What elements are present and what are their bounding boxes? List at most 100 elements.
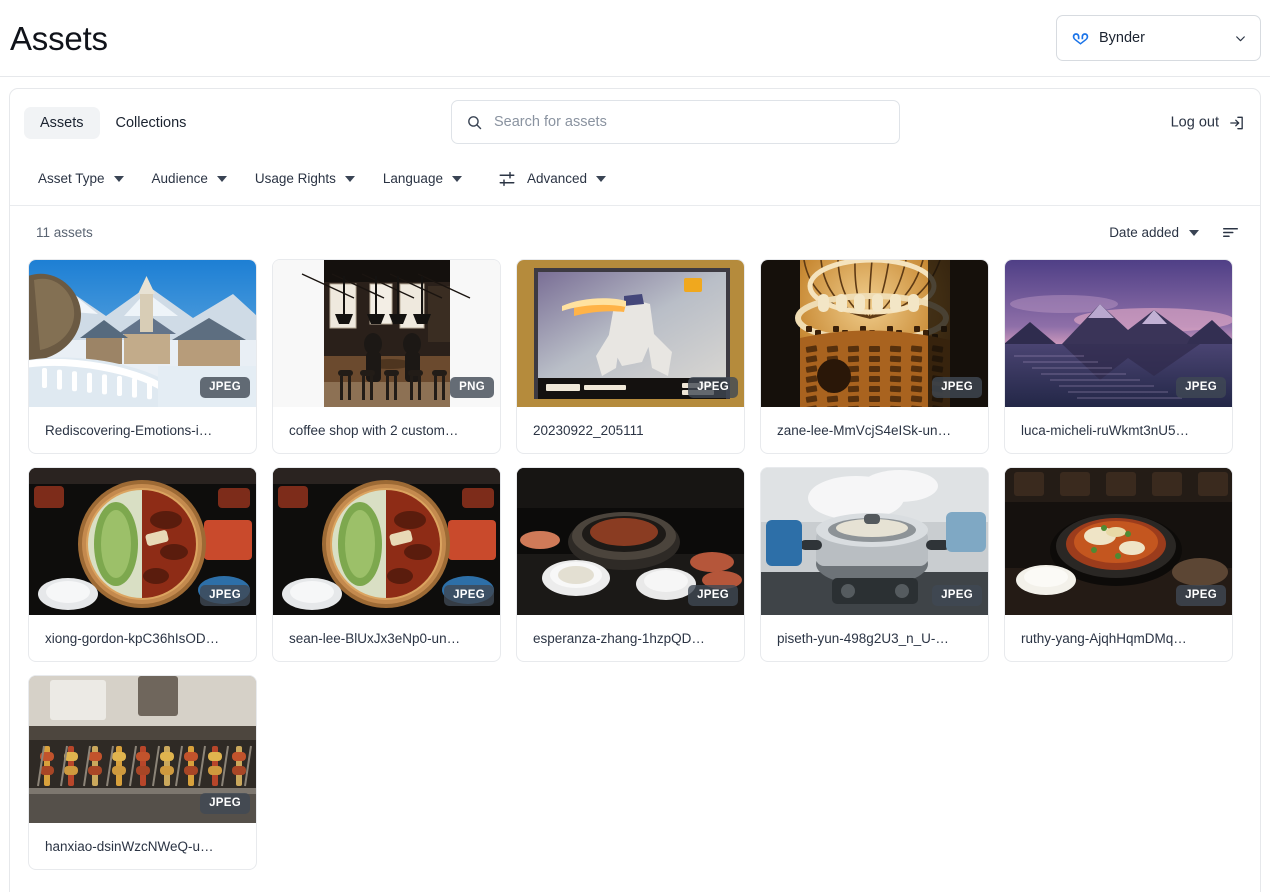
filter-advanced[interactable]: Advanced bbox=[476, 164, 620, 194]
chevron-down-icon bbox=[596, 175, 607, 182]
asset-thumbnail[interactable]: JPEG bbox=[29, 676, 256, 823]
search-icon bbox=[468, 115, 482, 129]
asset-format-badge: JPEG bbox=[200, 376, 250, 398]
asset-title: ruthy-yang-AjqhHqmDMq… bbox=[1005, 615, 1232, 661]
logout-button[interactable]: Log out bbox=[1171, 114, 1245, 131]
tab-collections-label: Collections bbox=[115, 114, 187, 131]
filter-audience-label: Audience bbox=[151, 171, 208, 186]
asset-title-text: piseth-yun-498g2U3_n_U-… bbox=[777, 630, 949, 646]
asset-title-text: luca-micheli-ruWkmt3nU5… bbox=[1021, 422, 1190, 438]
asset-card[interactable]: JPEG ruthy-yang-AjqhHqmDMq… bbox=[1004, 467, 1233, 662]
asset-thumbnail[interactable]: JPEG bbox=[761, 468, 988, 615]
asset-count: 11 assets bbox=[36, 225, 93, 240]
asset-title-text: zane-lee-MmVcjS4eISk-un… bbox=[777, 422, 952, 438]
search-box[interactable] bbox=[451, 100, 900, 144]
asset-title: xiong-gordon-kpC36hIsOD… bbox=[29, 615, 256, 661]
tab-collections[interactable]: Collections bbox=[100, 107, 203, 139]
filter-usage-rights-label: Usage Rights bbox=[254, 171, 336, 186]
asset-card[interactable]: JPEG esperanza-zhang-1hzpQD… bbox=[516, 467, 745, 662]
chevron-down-icon bbox=[451, 175, 462, 182]
asset-card[interactable]: JPEG zane-lee-MmVcjS4eISk-un… bbox=[760, 259, 989, 454]
bynder-logo-icon bbox=[1072, 32, 1089, 45]
asset-card[interactable]: JPEG luca-micheli-ruWkmt3nU5… bbox=[1004, 259, 1233, 454]
filter-asset-type-label: Asset Type bbox=[38, 171, 105, 186]
asset-card[interactable]: JPEG xiong-gordon-kpC36hIsOD… bbox=[28, 467, 257, 662]
asset-title: esperanza-zhang-1hzpQD… bbox=[517, 615, 744, 661]
asset-format-badge: JPEG bbox=[444, 584, 494, 606]
chevron-down-icon bbox=[1236, 35, 1245, 41]
asset-format-badge: JPEG bbox=[932, 584, 982, 606]
assets-page: Assets Bynder Assets Collections Search … bbox=[0, 0, 1270, 892]
tab-assets-label: Assets bbox=[40, 114, 84, 131]
panel-header: Assets Collections Log out bbox=[10, 89, 1260, 206]
sort-descending-icon[interactable] bbox=[1221, 225, 1240, 240]
asset-title: 20230922_205111 bbox=[517, 407, 744, 453]
asset-thumbnail[interactable]: JPEG bbox=[273, 468, 500, 615]
chevron-down-icon bbox=[216, 175, 227, 182]
asset-title-text: Rediscovering-Emotions-i… bbox=[45, 422, 213, 438]
tab-assets[interactable]: Assets bbox=[24, 106, 100, 139]
logout-label: Log out bbox=[1170, 114, 1219, 131]
sort-select-label: Date added bbox=[1109, 225, 1179, 240]
chevron-down-icon bbox=[344, 175, 355, 182]
filter-asset-type[interactable]: Asset Type bbox=[24, 165, 138, 192]
asset-card[interactable]: JPEG hanxiao-dsinWzcNWeQ-u… bbox=[28, 675, 257, 870]
sort-select[interactable]: Date added bbox=[1109, 225, 1199, 240]
asset-thumbnail[interactable]: JPEG bbox=[517, 468, 744, 615]
nav-row: Assets Collections Log out bbox=[10, 89, 1260, 156]
asset-thumbnail[interactable]: PNG bbox=[273, 260, 500, 407]
brand-selector[interactable]: Bynder bbox=[1056, 15, 1261, 61]
asset-format-badge: JPEG bbox=[688, 376, 738, 398]
asset-thumbnail[interactable]: JPEG bbox=[517, 260, 744, 407]
asset-title-text: xiong-gordon-kpC36hIsOD… bbox=[45, 630, 220, 646]
asset-title: hanxiao-dsinWzcNWeQ-u… bbox=[29, 823, 256, 869]
asset-title-text: sean-lee-BlUxJx3eNp0-un… bbox=[289, 630, 461, 646]
asset-thumbnail[interactable]: JPEG bbox=[1005, 468, 1232, 615]
chevron-down-icon bbox=[1189, 229, 1199, 236]
asset-title-text: hanxiao-dsinWzcNWeQ-u… bbox=[45, 838, 214, 854]
asset-format-badge: JPEG bbox=[932, 376, 982, 398]
asset-format-badge: JPEG bbox=[1176, 376, 1226, 398]
top-header: Assets Bynder bbox=[0, 0, 1270, 77]
asset-thumbnail[interactable]: JPEG bbox=[29, 260, 256, 407]
asset-title: piseth-yun-498g2U3_n_U-… bbox=[761, 615, 988, 661]
filter-language-label: Language bbox=[382, 171, 443, 186]
asset-format-badge: JPEG bbox=[688, 584, 738, 606]
asset-format-badge: JPEG bbox=[200, 792, 250, 814]
asset-card[interactable]: JPEG sean-lee-BlUxJx3eNp0-un… bbox=[272, 467, 501, 662]
brand-name: Bynder bbox=[1099, 30, 1145, 46]
page-title: Assets bbox=[10, 19, 108, 57]
filter-row: Asset Type Audience Usage Rights Languag… bbox=[10, 156, 1260, 205]
asset-title: sean-lee-BlUxJx3eNp0-un… bbox=[273, 615, 500, 661]
asset-card[interactable]: JPEG 20230922_205111 bbox=[516, 259, 745, 454]
asset-title-text: ruthy-yang-AjqhHqmDMq… bbox=[1021, 630, 1187, 646]
asset-format-badge: JPEG bbox=[1176, 584, 1226, 606]
asset-card[interactable]: PNG coffee shop with 2 custom… bbox=[272, 259, 501, 454]
asset-format-badge: JPEG bbox=[200, 584, 250, 606]
assets-panel: Assets Collections Log out bbox=[9, 88, 1261, 892]
asset-thumbnail[interactable]: JPEG bbox=[761, 260, 988, 407]
sort-area: Date added bbox=[1109, 225, 1240, 240]
asset-title: luca-micheli-ruWkmt3nU5… bbox=[1005, 407, 1232, 453]
asset-title: zane-lee-MmVcjS4eISk-un… bbox=[761, 407, 988, 453]
asset-card[interactable]: JPEG piseth-yun-498g2U3_n_U-… bbox=[760, 467, 989, 662]
asset-grid: JPEG Rediscovering-Emotions-i… PNG coffee s… bbox=[10, 259, 1260, 870]
chevron-down-icon bbox=[113, 175, 124, 182]
asset-title-text: 20230922_205111 bbox=[533, 422, 644, 438]
asset-card[interactable]: JPEG Rediscovering-Emotions-i… bbox=[28, 259, 257, 454]
logout-icon bbox=[1230, 116, 1243, 129]
filter-audience[interactable]: Audience bbox=[138, 165, 241, 192]
asset-format-badge: PNG bbox=[450, 376, 494, 398]
filter-language[interactable]: Language bbox=[369, 165, 476, 192]
search-input[interactable] bbox=[494, 114, 885, 130]
asset-title-text: coffee shop with 2 custom… bbox=[289, 422, 459, 438]
asset-title-text: esperanza-zhang-1hzpQD… bbox=[533, 630, 705, 646]
filter-usage-rights[interactable]: Usage Rights bbox=[241, 165, 369, 192]
asset-title: Rediscovering-Emotions-i… bbox=[29, 407, 256, 453]
asset-thumbnail[interactable]: JPEG bbox=[1005, 260, 1232, 407]
asset-thumbnail[interactable]: JPEG bbox=[29, 468, 256, 615]
results-bar: 11 assets Date added bbox=[10, 206, 1260, 259]
asset-title: coffee shop with 2 custom… bbox=[273, 407, 500, 453]
sliders-icon bbox=[499, 171, 515, 186]
filter-advanced-label: Advanced bbox=[526, 171, 588, 186]
